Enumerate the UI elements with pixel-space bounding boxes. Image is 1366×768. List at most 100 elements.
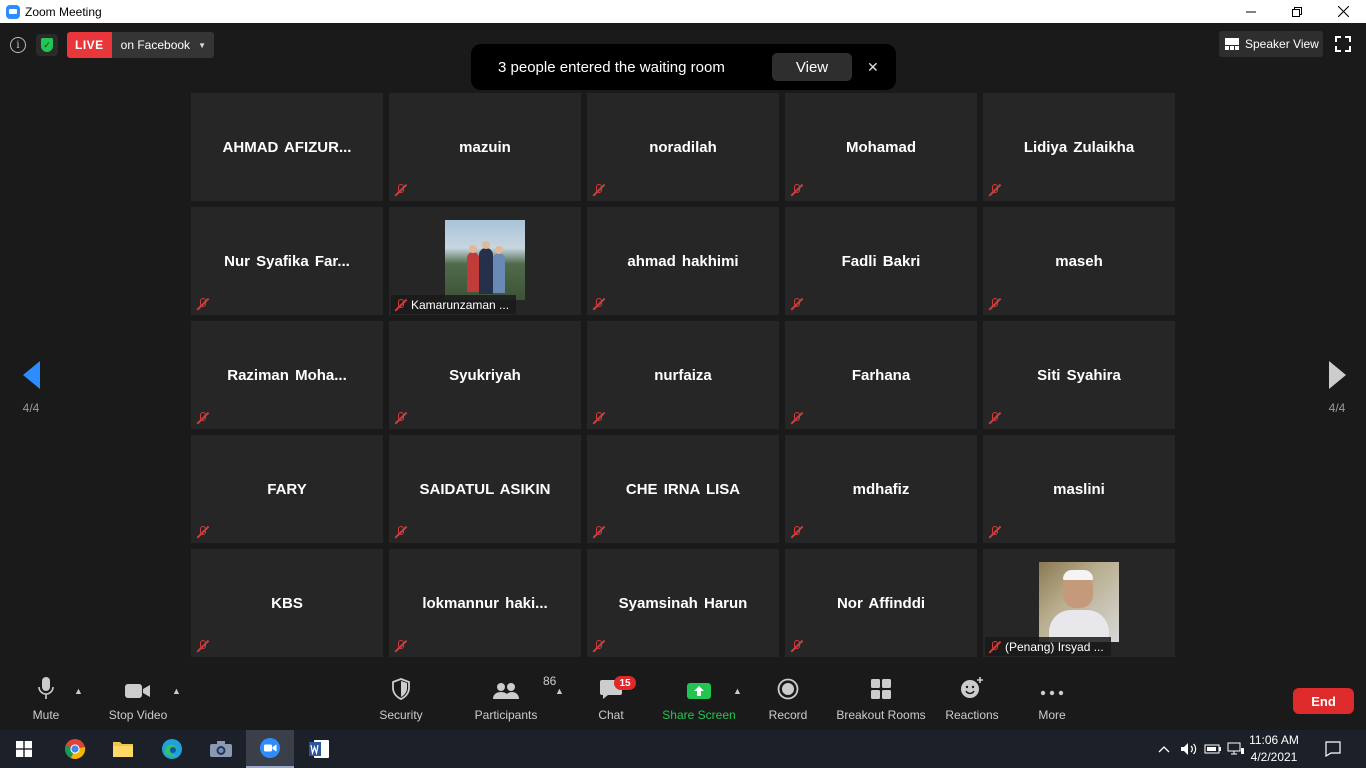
- participant-tile[interactable]: noradilah: [587, 93, 779, 201]
- camera-app-icon[interactable]: [197, 730, 245, 768]
- live-stream-badge[interactable]: LIVE on Facebook ▼: [67, 32, 214, 58]
- minimize-icon[interactable]: [1228, 0, 1274, 23]
- participant-tile[interactable]: Raziman Moha...: [191, 321, 383, 429]
- restore-icon[interactable]: [1274, 0, 1320, 23]
- participant-tile[interactable]: Syamsinah Harun: [587, 549, 779, 657]
- mic-muted-icon: [394, 183, 408, 197]
- windows-start-icon[interactable]: [0, 730, 48, 768]
- word-icon[interactable]: [295, 730, 343, 768]
- breakout-rooms-icon: [870, 670, 892, 700]
- participant-tile[interactable]: Farhana: [785, 321, 977, 429]
- edge-browser-icon[interactable]: [148, 730, 196, 768]
- participants-button[interactable]: 86 Participants: [472, 670, 557, 730]
- participant-name: FARY: [267, 480, 307, 498]
- participant-tile[interactable]: Syukriyah: [389, 321, 581, 429]
- speaker-view-button[interactable]: Speaker View: [1219, 31, 1323, 57]
- window-title: Zoom Meeting: [25, 4, 102, 19]
- zoom-taskbar-icon[interactable]: [246, 730, 294, 768]
- breakout-rooms-button[interactable]: Breakout Rooms: [834, 670, 928, 730]
- participant-name: Farhana: [851, 366, 911, 384]
- next-page-button[interactable]: 4/4: [1306, 333, 1366, 433]
- file-explorer-icon[interactable]: [99, 730, 147, 768]
- chat-unread-badge: 15: [614, 676, 636, 690]
- arrow-left-icon: [22, 361, 40, 389]
- chevron-up-icon[interactable]: ▲: [733, 686, 742, 696]
- meeting-status-bar: i ✓ LIVE on Facebook ▼: [10, 32, 214, 58]
- participant-name: CHE IRNA LISA: [625, 480, 741, 498]
- participant-tile[interactable]: mazuin: [389, 93, 581, 201]
- participant-name: Raziman Moha...: [227, 366, 347, 384]
- participant-tile[interactable]: Fadli Bakri: [785, 207, 977, 315]
- chevron-up-icon[interactable]: ▲: [172, 686, 181, 696]
- participant-tile[interactable]: CHE IRNA LISA: [587, 435, 779, 543]
- mic-muted-icon: [196, 639, 210, 653]
- stop-video-label: Stop Video: [108, 708, 168, 722]
- mic-muted-icon: [196, 525, 210, 539]
- participants-label: Participants: [474, 708, 538, 722]
- participant-name: ahmad hakhimi: [627, 252, 739, 270]
- participant-name: Fadli Bakri: [841, 252, 921, 270]
- participant-tile[interactable]: Nur Syafika Far...: [191, 207, 383, 315]
- windows-taskbar: 11:06 AM 4/2/2021: [0, 730, 1366, 768]
- mic-muted-icon: [196, 411, 210, 425]
- chevron-up-icon[interactable]: ▲: [555, 686, 564, 696]
- encryption-shield-icon[interactable]: ✓: [36, 34, 58, 56]
- fullscreen-icon[interactable]: [1335, 36, 1351, 52]
- chevron-up-icon[interactable]: ▲: [74, 686, 83, 696]
- mic-muted-icon: [988, 183, 1002, 197]
- share-screen-button[interactable]: Share Screen: [660, 670, 738, 730]
- participant-name: mdhafiz: [852, 480, 910, 498]
- battery-icon[interactable]: [1202, 730, 1224, 768]
- live-destination-label: on Facebook: [120, 38, 191, 52]
- mic-muted-icon: [988, 640, 1002, 654]
- participant-tile[interactable]: lokmannur haki...: [389, 549, 581, 657]
- participant-tile[interactable]: maslini: [983, 435, 1175, 543]
- chat-label: Chat: [598, 708, 624, 722]
- participant-tile[interactable]: Kamarunzaman ...: [389, 207, 581, 315]
- participant-tile[interactable]: ahmad hakhimi: [587, 207, 779, 315]
- more-label: More: [1038, 708, 1066, 722]
- participant-tile[interactable]: (Penang) Irsyad ...: [983, 549, 1175, 657]
- chrome-icon[interactable]: [51, 730, 99, 768]
- participant-tile[interactable]: Siti Syahira: [983, 321, 1175, 429]
- mic-muted-icon: [394, 411, 408, 425]
- info-icon[interactable]: i: [10, 37, 26, 53]
- view-waiting-room-button[interactable]: View: [772, 53, 852, 81]
- participant-tile[interactable]: AHMAD AFIZUR...: [191, 93, 383, 201]
- participant-tile[interactable]: mdhafiz: [785, 435, 977, 543]
- participant-name: nurfaiza: [654, 366, 712, 384]
- speaker-view-icon: [1225, 38, 1239, 50]
- participant-tile[interactable]: nurfaiza: [587, 321, 779, 429]
- notification-center-icon[interactable]: [1318, 730, 1348, 768]
- participant-tile[interactable]: Nor Affinddi: [785, 549, 977, 657]
- arrow-right-icon: [1328, 361, 1346, 389]
- participant-name: Nur Syafika Far...: [224, 252, 350, 270]
- mute-button[interactable]: Mute: [26, 670, 66, 730]
- system-clock[interactable]: 11:06 AM 4/2/2021: [1244, 732, 1304, 766]
- more-dots-icon: [1040, 670, 1064, 700]
- more-button[interactable]: More: [1030, 670, 1074, 730]
- chevron-up-icon[interactable]: [1153, 730, 1175, 768]
- participant-tile[interactable]: SAIDATUL ASIKIN: [389, 435, 581, 543]
- participant-name: Kamarunzaman ...: [411, 297, 510, 312]
- close-icon[interactable]: ✕: [867, 59, 879, 76]
- live-destination-dropdown[interactable]: on Facebook ▼: [111, 32, 214, 58]
- previous-page-button[interactable]: 4/4: [0, 333, 62, 433]
- close-icon[interactable]: [1320, 0, 1366, 23]
- participant-profile-photo: [445, 220, 525, 300]
- participant-tile[interactable]: Mohamad: [785, 93, 977, 201]
- record-button[interactable]: Record: [766, 670, 810, 730]
- participant-name: AHMAD AFIZUR...: [222, 138, 352, 156]
- end-meeting-button[interactable]: End: [1293, 688, 1354, 714]
- participant-tile[interactable]: FARY: [191, 435, 383, 543]
- participant-tile[interactable]: maseh: [983, 207, 1175, 315]
- participant-tile[interactable]: Lidiya Zulaikha: [983, 93, 1175, 201]
- participant-name: noradilah: [649, 138, 717, 156]
- stop-video-button[interactable]: Stop Video: [105, 670, 171, 730]
- speaker-volume-icon[interactable]: [1177, 730, 1201, 768]
- live-label: LIVE: [67, 32, 112, 58]
- participant-tile[interactable]: KBS: [191, 549, 383, 657]
- reactions-button[interactable]: Reactions: [944, 670, 1000, 730]
- security-button[interactable]: Security: [375, 670, 427, 730]
- mic-muted-icon: [394, 525, 408, 539]
